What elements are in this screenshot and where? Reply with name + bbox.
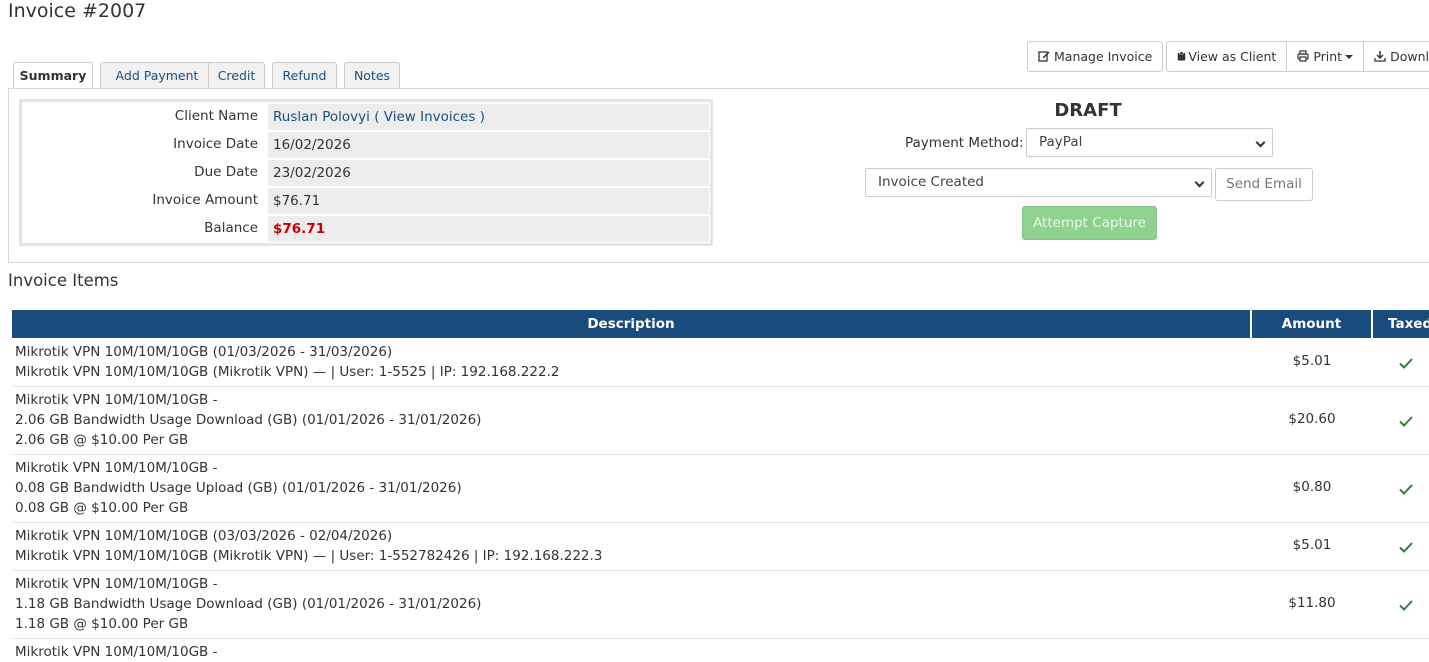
table-row: Mikrotik VPN 10M/10M/10GB - 2.06 GB Band… [12, 387, 1429, 455]
item-description-line: 0.08 GB Bandwidth Usage Upload (GB) (01/… [15, 480, 462, 496]
download-button[interactable]: Download [1363, 41, 1429, 72]
client-name-link[interactable]: Ruslan Polovyi [273, 109, 370, 125]
tab-credit[interactable]: Credit [208, 62, 265, 89]
payment-method-label: Payment Method: [905, 135, 1024, 151]
item-description: Mikrotik VPN 10M/10M/10GB - 2.06 GB Band… [15, 390, 481, 450]
invoice-amount-row: Invoice Amount $76.71 [23, 187, 709, 215]
print-button[interactable]: Print [1286, 41, 1365, 72]
invoice-items-title: Invoice Items [8, 271, 119, 290]
invoice-page: Invoice #2007 Manage Invoice View as Cli… [0, 0, 1429, 662]
balance-row: Balance $76.71 [23, 215, 709, 243]
table-row: Mikrotik VPN 10M/10M/10GB (01/03/2026 - … [12, 339, 1429, 387]
invoice-amount-label: Invoice Amount [23, 187, 266, 215]
page-title: Invoice #2007 [8, 0, 147, 22]
item-description: Mikrotik VPN 10M/10M/10GB (01/03/2026 - … [15, 342, 559, 382]
item-description-line: Mikrotik VPN 10M/10M/10GB (Mikrotik VPN)… [15, 364, 560, 380]
item-amount: $5.01 [1292, 353, 1332, 369]
item-description-line: Mikrotik VPN 10M/10M/10GB - [15, 576, 218, 592]
view-as-client-button[interactable]: View as Client [1166, 41, 1288, 72]
tab-add-payment[interactable]: Add Payment [100, 62, 214, 89]
manage-invoice-label: Manage Invoice [1054, 49, 1153, 64]
payment-method-select[interactable]: PayPal [1026, 128, 1273, 157]
invoice-date-value: 16/02/2026 [268, 132, 709, 158]
chevron-down-icon [1345, 55, 1354, 59]
invoice-date-label: Invoice Date [23, 131, 266, 159]
item-description: Mikrotik VPN 10M/10M/10GB - 0.08 GB Band… [15, 458, 462, 518]
view-print-download-group: View as Client Print Download [1166, 41, 1429, 72]
item-amount: $5.01 [1292, 537, 1332, 553]
table-row: Mikrotik VPN 10M/10M/10GB - [12, 639, 1429, 662]
column-header-amount[interactable]: Amount [1252, 310, 1371, 338]
download-icon [1374, 51, 1386, 62]
check-icon [1399, 416, 1413, 427]
invoice-amount-value: $76.71 [268, 188, 709, 214]
send-email-button[interactable]: Send Email [1215, 168, 1313, 201]
clipboard-icon [1178, 51, 1186, 61]
item-description-line: Mikrotik VPN 10M/10M/10GB (01/03/2026 - … [15, 344, 393, 360]
view-invoices-link[interactable]: ( View Invoices ) [374, 109, 485, 125]
item-description-line: Mikrotik VPN 10M/10M/10GB (03/03/2026 - … [15, 528, 393, 544]
item-description-line: 1.18 GB Bandwidth Usage Download (GB) (0… [15, 596, 482, 612]
payment-method-value: PayPal [1039, 134, 1083, 150]
table-row: Mikrotik VPN 10M/10M/10GB - 1.18 GB Band… [12, 571, 1429, 639]
balance-label: Balance [23, 215, 266, 243]
due-date-label: Due Date [23, 159, 266, 187]
item-amount: $11.80 [1288, 595, 1336, 611]
view-as-client-label: View as Client [1188, 49, 1277, 64]
item-description-line: 1.18 GB @ $10.00 Per GB [15, 616, 189, 632]
tab-notes[interactable]: Notes [344, 62, 400, 89]
due-date-value: 23/02/2026 [268, 160, 709, 186]
due-date-row: Due Date 23/02/2026 [23, 159, 709, 187]
item-description: Mikrotik VPN 10M/10M/10GB - 1.18 GB Band… [15, 574, 481, 634]
client-name-value: Ruslan Polovyi ( View Invoices ) [268, 104, 709, 130]
client-name-row: Client Name Ruslan Polovyi ( View Invoic… [23, 103, 709, 131]
item-description-line: Mikrotik VPN 10M/10M/10GB (Mikrotik VPN)… [15, 548, 603, 564]
manage-invoice-button[interactable]: Manage Invoice [1027, 41, 1164, 72]
item-description: Mikrotik VPN 10M/10M/10GB - [15, 642, 217, 662]
check-icon [1399, 484, 1413, 495]
chevron-down-icon [1194, 177, 1205, 188]
check-icon [1399, 358, 1413, 369]
item-description-line: Mikrotik VPN 10M/10M/10GB - [15, 644, 218, 660]
attempt-capture-button[interactable]: Attempt Capture [1022, 206, 1157, 240]
item-description-line: 2.06 GB Bandwidth Usage Download (GB) (0… [15, 412, 482, 428]
email-template-value: Invoice Created [878, 174, 984, 190]
edit-icon [1038, 51, 1050, 62]
check-icon [1399, 600, 1413, 611]
invoice-actions: Manage Invoice View as Client Print Down… [1027, 41, 1429, 72]
invoice-items-header: Description Amount Taxed [12, 310, 1429, 338]
item-description-line: Mikrotik VPN 10M/10M/10GB - [15, 392, 218, 408]
item-description: Mikrotik VPN 10M/10M/10GB (03/03/2026 - … [15, 526, 602, 566]
print-label: Print [1313, 49, 1343, 64]
table-row: Mikrotik VPN 10M/10M/10GB - 0.08 GB Band… [12, 455, 1429, 523]
invoice-status-badge: DRAFT [1054, 100, 1122, 121]
printer-icon [1297, 50, 1309, 62]
column-header-description[interactable]: Description [12, 310, 1250, 338]
download-label: Download [1390, 49, 1429, 64]
item-description-line: Mikrotik VPN 10M/10M/10GB - [15, 460, 218, 476]
balance-value: $76.71 [268, 216, 709, 242]
chevron-down-icon [1255, 137, 1266, 148]
invoice-summary-table: Client Name Ruslan Polovyi ( View Invoic… [19, 99, 713, 246]
tab-summary[interactable]: Summary [13, 62, 93, 90]
column-header-taxed[interactable]: Taxed [1373, 310, 1429, 338]
item-description-line: 2.06 GB @ $10.00 Per GB [15, 432, 189, 448]
item-amount: $20.60 [1288, 411, 1336, 427]
invoice-date-row: Invoice Date 16/02/2026 [23, 131, 709, 159]
client-name-label: Client Name [23, 103, 266, 131]
table-row: Mikrotik VPN 10M/10M/10GB (03/03/2026 - … [12, 523, 1429, 571]
check-icon [1399, 542, 1413, 553]
tab-refund[interactable]: Refund [272, 62, 337, 89]
item-amount: $0.80 [1292, 479, 1332, 495]
item-description-line: 0.08 GB @ $10.00 Per GB [15, 500, 189, 516]
email-template-select[interactable]: Invoice Created [865, 168, 1212, 197]
